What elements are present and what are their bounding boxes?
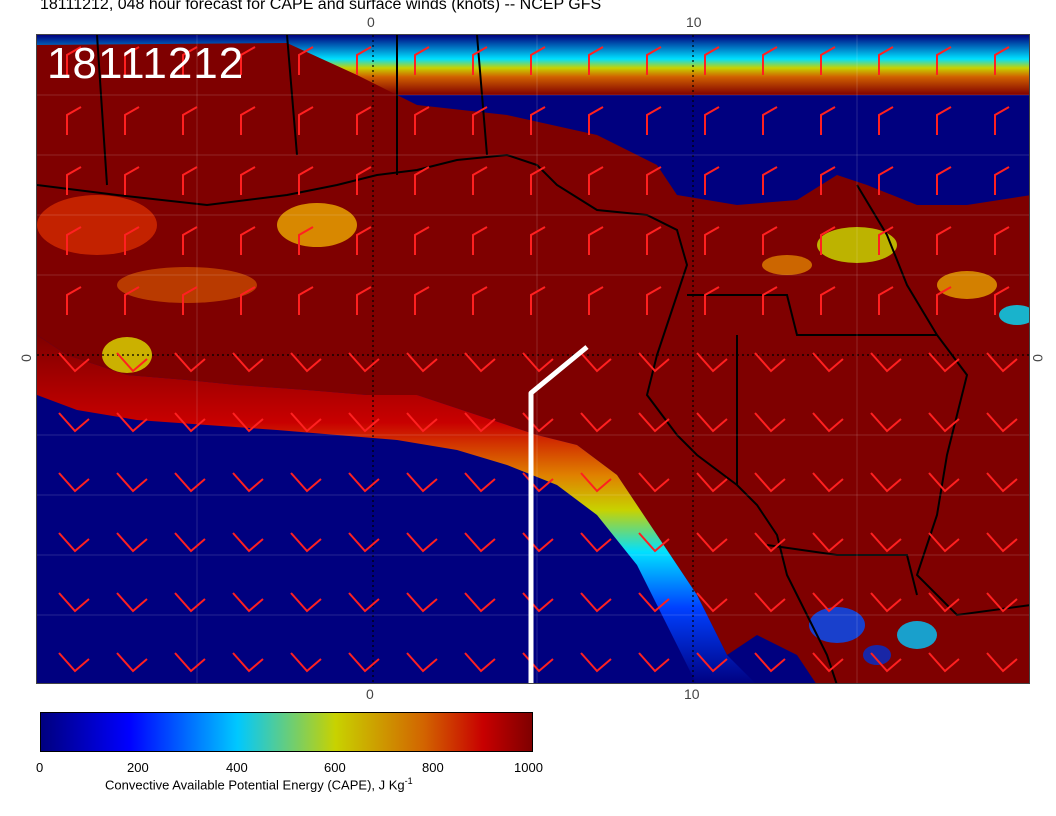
colorbar-label-text: Convective Available Potential Energy (C… [105,777,405,793]
colorbar-tick-0: 0 [36,760,44,775]
colorbar-label: Convective Available Potential Energy (C… [105,776,413,792]
colorbar-label-superscript: -1 [404,776,413,786]
top-tick-10: 10 [686,14,702,30]
right-tick-0: 0 [1029,354,1046,362]
datestamp-label: 18111212 [47,39,245,88]
cape-field [37,35,1029,683]
top-tick-0: 0 [367,14,375,30]
colorbar-tick-200: 200 [127,760,149,775]
colorbar-tick-400: 400 [226,760,248,775]
cape-map: 18111212 [36,34,1030,684]
colorbar-tick-600: 600 [324,760,346,775]
colorbar-tick-800: 800 [422,760,444,775]
cape-colorbar [40,712,533,752]
bottom-tick-10: 10 [684,686,700,702]
left-tick-0: 0 [17,354,34,362]
colorbar-tick-1000: 1000 [514,760,543,775]
chart-title: 18111212, 048 hour forecast for CAPE and… [40,0,602,13]
bottom-tick-0: 0 [366,686,374,702]
